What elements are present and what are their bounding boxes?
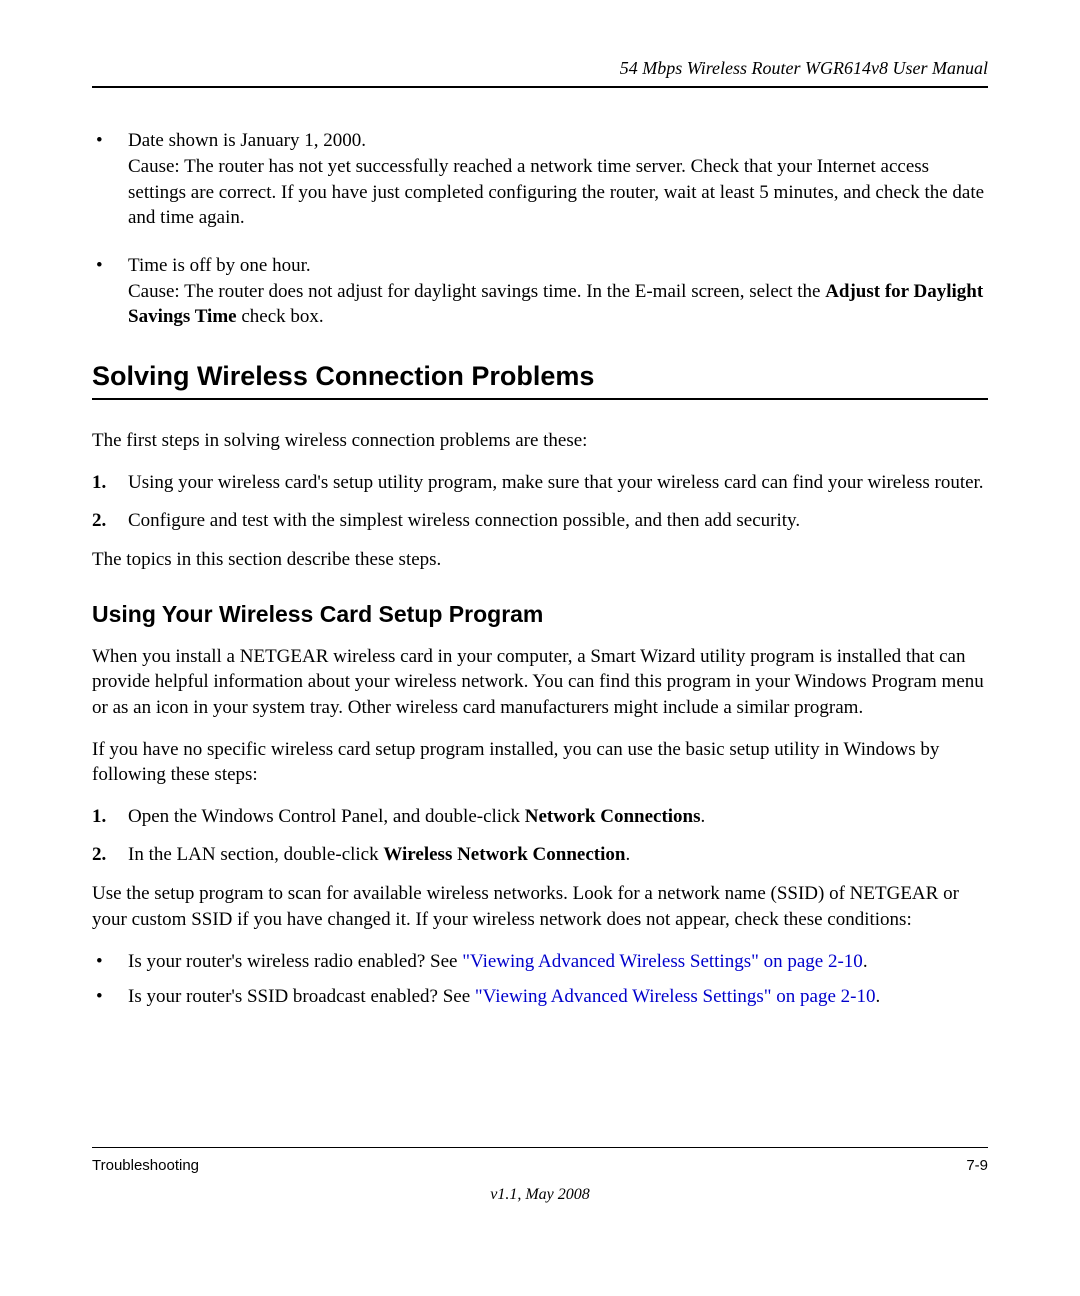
- paragraph: When you install a NETGEAR wireless card…: [92, 644, 988, 721]
- bullet-item: • Time is off by one hour. Cause: The ro…: [92, 253, 988, 330]
- page-footer: Troubleshooting 7-9: [92, 1147, 988, 1176]
- bullet-line2-pre: Cause: The router does not adjust for da…: [128, 281, 825, 302]
- heading-solving-wireless: Solving Wireless Connection Problems: [92, 358, 988, 400]
- ordered-text: Configure and test with the simplest wir…: [128, 508, 988, 534]
- bullet-line2-post: check box.: [237, 306, 324, 327]
- ordered-pre: Open the Windows Control Panel, and doub…: [128, 806, 525, 827]
- bullet-content: Time is off by one hour. Cause: The rout…: [128, 253, 988, 330]
- ordered-content: In the LAN section, double-click Wireles…: [128, 842, 988, 868]
- bullet-list-top: • Date shown is January 1, 2000. Cause: …: [92, 128, 988, 329]
- bullet-marker: •: [92, 253, 128, 330]
- bullet-pre: Is your router's wireless radio enabled?…: [128, 951, 462, 972]
- paragraph: The first steps in solving wireless conn…: [92, 428, 988, 454]
- ordered-pre: In the LAN section, double-click: [128, 844, 383, 865]
- ordered-number: 2.: [92, 508, 128, 534]
- paragraph: The topics in this section describe thes…: [92, 547, 988, 573]
- ordered-bold: Wireless Network Connection: [383, 844, 625, 865]
- bullet-item: • Date shown is January 1, 2000. Cause: …: [92, 128, 988, 231]
- ordered-content: Open the Windows Control Panel, and doub…: [128, 804, 988, 830]
- ordered-item: 1. Open the Windows Control Panel, and d…: [92, 804, 988, 830]
- bullet-item: • Is your router's wireless radio enable…: [92, 949, 988, 975]
- ordered-number: 2.: [92, 842, 128, 868]
- page-header: 54 Mbps Wireless Router WGR614v8 User Ma…: [92, 56, 988, 88]
- footer-section: Troubleshooting: [92, 1156, 199, 1176]
- footer-version: v1.1, May 2008: [0, 1184, 1080, 1206]
- bullet-post: .: [863, 951, 868, 972]
- paragraph: If you have no specific wireless card se…: [92, 737, 988, 788]
- bullet-line1: Time is off by one hour.: [128, 255, 311, 276]
- document-title: 54 Mbps Wireless Router WGR614v8 User Ma…: [620, 58, 988, 78]
- bullet-content: Is your router's SSID broadcast enabled?…: [128, 984, 988, 1010]
- ordered-item: 1. Using your wireless card's setup util…: [92, 470, 988, 496]
- ordered-list-2: 1. Open the Windows Control Panel, and d…: [92, 804, 988, 867]
- ordered-number: 1.: [92, 470, 128, 496]
- ordered-bold: Network Connections: [525, 806, 701, 827]
- ordered-item: 2. In the LAN section, double-click Wire…: [92, 842, 988, 868]
- ordered-number: 1.: [92, 804, 128, 830]
- bullet-content: Is your router's wireless radio enabled?…: [128, 949, 988, 975]
- bullet-item: • Is your router's SSID broadcast enable…: [92, 984, 988, 1010]
- footer-page-number: 7-9: [966, 1156, 988, 1176]
- ordered-text: Using your wireless card's setup utility…: [128, 470, 988, 496]
- bullet-marker: •: [92, 984, 128, 1010]
- bullet-line2: Cause: The router has not yet successful…: [128, 156, 984, 228]
- ordered-item: 2. Configure and test with the simplest …: [92, 508, 988, 534]
- bullet-pre: Is your router's SSID broadcast enabled?…: [128, 986, 475, 1007]
- bullet-line1: Date shown is January 1, 2000.: [128, 130, 366, 151]
- bullet-marker: •: [92, 949, 128, 975]
- bullet-post: .: [876, 986, 881, 1007]
- paragraph: Use the setup program to scan for availa…: [92, 881, 988, 932]
- bullet-content: Date shown is January 1, 2000. Cause: Th…: [128, 128, 988, 231]
- ordered-post: .: [701, 806, 706, 827]
- ordered-list-1: 1. Using your wireless card's setup util…: [92, 470, 988, 533]
- ordered-post: .: [625, 844, 630, 865]
- cross-reference-link[interactable]: "Viewing Advanced Wireless Settings" on …: [462, 951, 863, 972]
- bullet-list-bottom: • Is your router's wireless radio enable…: [92, 949, 988, 1010]
- heading-wireless-card-setup: Using Your Wireless Card Setup Program: [92, 599, 988, 630]
- bullet-marker: •: [92, 128, 128, 231]
- cross-reference-link[interactable]: "Viewing Advanced Wireless Settings" on …: [475, 986, 876, 1007]
